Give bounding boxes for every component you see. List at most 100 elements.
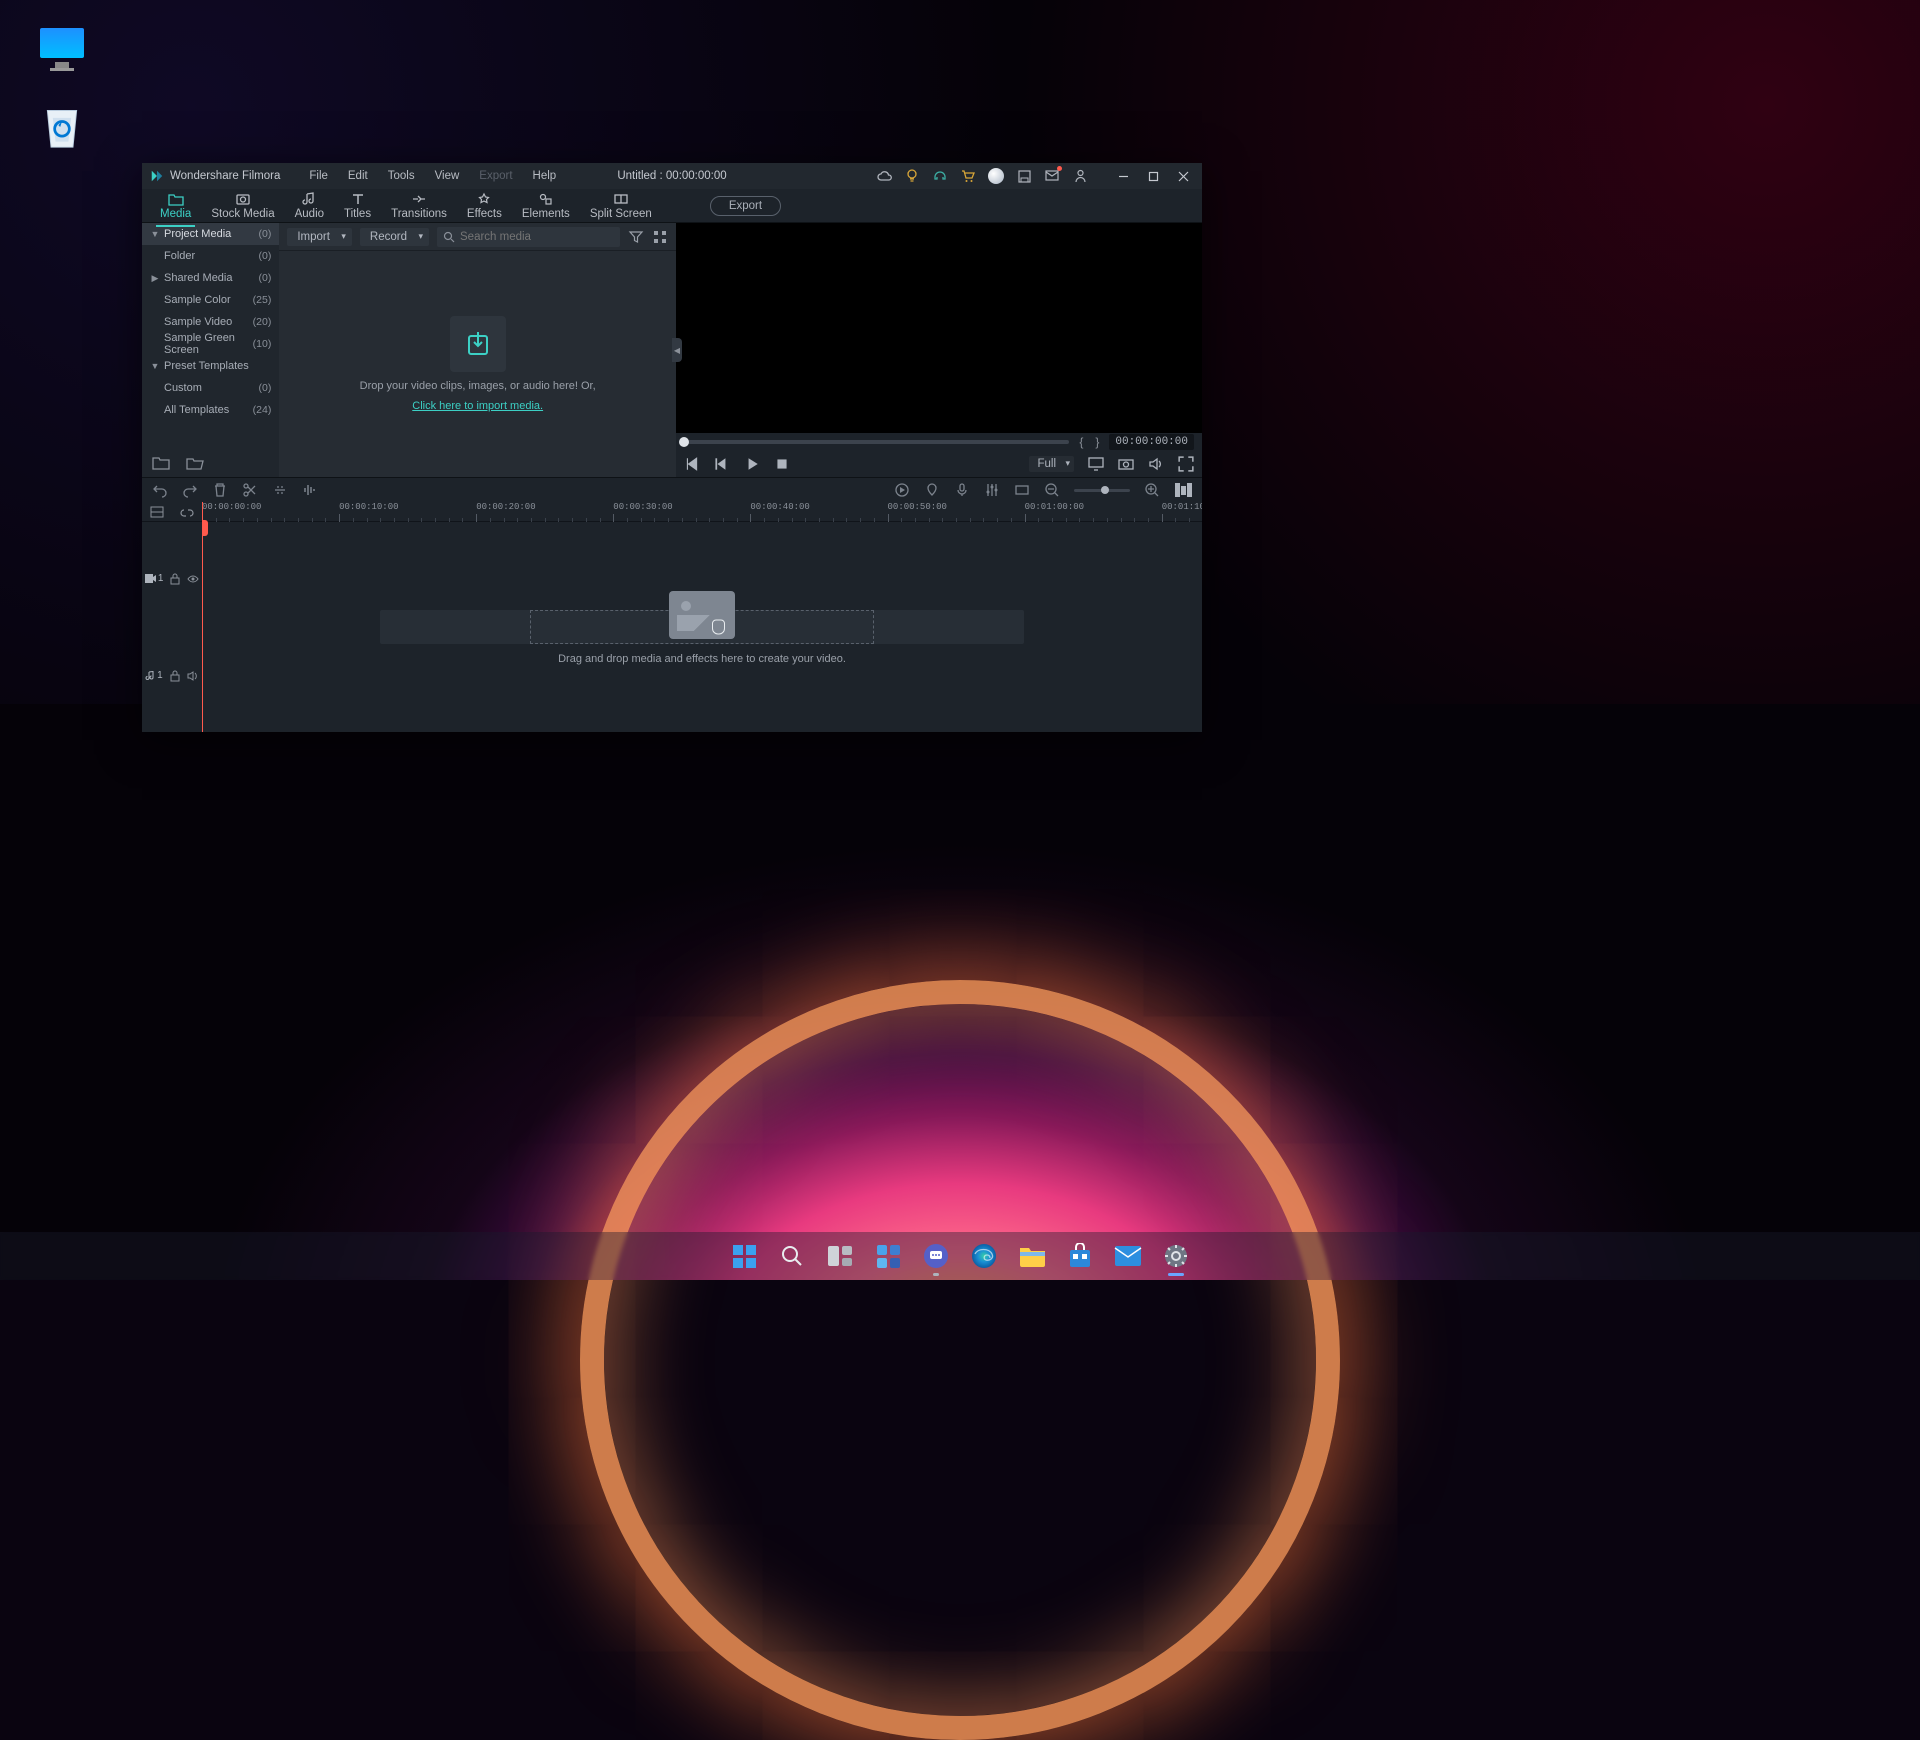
marker-icon[interactable] [924, 482, 940, 498]
task-view-button[interactable] [819, 1235, 861, 1277]
undo-icon[interactable] [152, 482, 168, 498]
import-media-button[interactable] [450, 316, 506, 372]
sidebar-item-sample-video[interactable]: Sample Video(20) [142, 311, 279, 333]
taskbar-explorer-button[interactable] [1011, 1235, 1053, 1277]
minimize-button[interactable] [1108, 163, 1138, 189]
search-field[interactable] [437, 227, 620, 247]
import-dropdown[interactable]: Import [287, 228, 352, 246]
mark-in-icon[interactable]: { [1077, 435, 1085, 449]
crop-icon[interactable] [272, 482, 288, 498]
audio-track-header[interactable]: 1 [142, 666, 202, 686]
visibility-icon[interactable] [187, 573, 199, 585]
split-icon[interactable] [242, 482, 258, 498]
tab-split-screen[interactable]: Split Screen [580, 192, 662, 220]
taskbar-settings-button[interactable] [1155, 1235, 1197, 1277]
user-avatar-icon[interactable] [988, 168, 1004, 184]
zoom-out-icon[interactable] [1044, 482, 1060, 498]
display-icon[interactable] [1088, 456, 1104, 472]
link-tracks-icon[interactable] [179, 505, 195, 519]
message-icon[interactable] [1044, 168, 1060, 184]
export-button[interactable]: Export [710, 196, 781, 216]
sidebar-item-sample-color[interactable]: Sample Color(25) [142, 289, 279, 311]
audio-meter-icon[interactable] [302, 482, 318, 498]
mute-icon[interactable] [187, 670, 199, 682]
zoom-slider[interactable] [1074, 489, 1130, 492]
window-controls [1108, 163, 1198, 189]
taskbar-mail-button[interactable] [1107, 1235, 1149, 1277]
maximize-button[interactable] [1138, 163, 1168, 189]
menu-view[interactable]: View [426, 167, 469, 185]
render-preview-icon[interactable] [894, 482, 910, 498]
menu-tools[interactable]: Tools [379, 167, 424, 185]
open-folder-icon[interactable] [186, 455, 204, 471]
lightbulb-icon[interactable] [904, 168, 920, 184]
new-folder-icon[interactable] [152, 455, 170, 471]
taskbar-edge-button[interactable] [963, 1235, 1005, 1277]
play-icon[interactable] [744, 456, 760, 472]
sidebar-item-all-templates[interactable]: All Templates(24) [142, 399, 279, 421]
snapshot-icon[interactable] [1118, 456, 1134, 472]
tab-transitions[interactable]: Transitions [381, 192, 457, 220]
tab-audio[interactable]: Audio [285, 192, 334, 220]
sidebar-item-sample-green-screen[interactable]: Sample Green Screen(10) [142, 333, 279, 355]
timeline-drop-strip[interactable] [380, 610, 1024, 644]
preview-quality-dropdown[interactable]: Full [1029, 456, 1074, 472]
search-input[interactable] [460, 231, 614, 243]
tab-stock-media[interactable]: Stock Media [201, 192, 284, 220]
record-dropdown[interactable]: Record [360, 228, 429, 246]
lock-icon[interactable] [169, 670, 181, 682]
volume-icon[interactable] [1148, 456, 1164, 472]
tab-titles[interactable]: Titles [334, 192, 381, 220]
taskbar-chat-button[interactable] [915, 1235, 957, 1277]
media-drop-zone[interactable]: Drop your video clips, images, or audio … [279, 251, 676, 477]
import-media-link[interactable]: Click here to import media. [412, 400, 543, 412]
desktop-icon-computer[interactable] [28, 28, 96, 71]
sidebar-item-preset-templates[interactable]: ▼Preset Templates [142, 355, 279, 377]
tab-media[interactable]: Media [150, 192, 201, 220]
start-button[interactable] [723, 1235, 765, 1277]
menu-file[interactable]: File [300, 167, 337, 185]
video-track-header[interactable]: 1 [142, 569, 202, 589]
account-icon[interactable] [1072, 168, 1088, 184]
preview-progress-slider[interactable] [684, 440, 1069, 444]
zoom-in-icon[interactable] [1144, 482, 1160, 498]
lock-icon[interactable] [169, 573, 181, 585]
grid-view-icon[interactable] [652, 229, 668, 245]
cloud-icon[interactable] [876, 168, 892, 184]
desktop-icon-recycle-bin[interactable] [28, 105, 96, 149]
zoom-fit-icon[interactable] [1174, 483, 1192, 497]
sidebar-item-folder[interactable]: Folder(0) [142, 245, 279, 267]
menu-edit[interactable]: Edit [339, 167, 377, 185]
timeline-tracks-area[interactable]: 00:00:00:0000:00:10:0000:00:20:0000:00:3… [202, 502, 1202, 732]
filter-icon[interactable] [628, 229, 644, 245]
delete-icon[interactable] [212, 482, 228, 498]
prev-frame-icon[interactable] [714, 456, 730, 472]
cart-icon[interactable] [960, 168, 976, 184]
menu-help[interactable]: Help [524, 167, 566, 185]
widgets-button[interactable] [867, 1235, 909, 1277]
save-icon[interactable] [1016, 168, 1032, 184]
sidebar-item-shared-media[interactable]: ▶Shared Media(0) [142, 267, 279, 289]
preview-viewport[interactable] [676, 223, 1202, 433]
mark-out-icon[interactable]: } [1093, 435, 1101, 449]
headset-icon[interactable] [932, 168, 948, 184]
voiceover-icon[interactable] [954, 482, 970, 498]
stop-icon[interactable] [774, 456, 790, 472]
tracks-canvas[interactable]: Drag and drop media and effects here to … [202, 522, 1202, 732]
preview-scrub-bar: { } 00:00:00:00 [676, 433, 1202, 451]
aspect-icon[interactable] [1014, 482, 1030, 498]
redo-icon[interactable] [182, 482, 198, 498]
step-back-icon[interactable] [684, 456, 700, 472]
tab-effects[interactable]: Effects [457, 192, 512, 220]
fullscreen-icon[interactable] [1178, 456, 1194, 472]
manage-tracks-icon[interactable] [149, 505, 165, 519]
timeline-ruler[interactable]: 00:00:00:0000:00:10:0000:00:20:0000:00:3… [202, 502, 1202, 522]
tab-elements[interactable]: Elements [512, 192, 580, 220]
close-button[interactable] [1168, 163, 1198, 189]
taskbar-search-button[interactable] [771, 1235, 813, 1277]
mixer-icon[interactable] [984, 482, 1000, 498]
media-placeholder-icon [669, 591, 735, 639]
sidebar-item-custom[interactable]: Custom(0) [142, 377, 279, 399]
taskbar-store-button[interactable] [1059, 1235, 1101, 1277]
panel-collapse-handle[interactable]: ◀ [672, 338, 682, 362]
